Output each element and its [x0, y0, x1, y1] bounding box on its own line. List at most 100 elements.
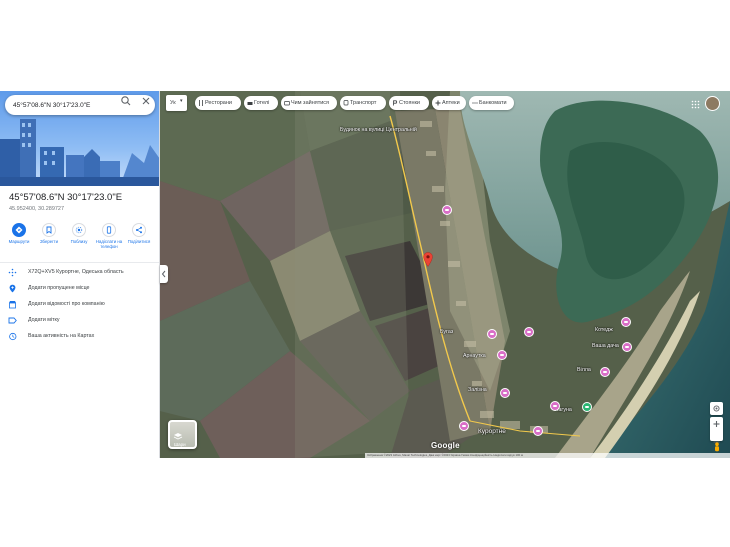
share-button[interactable]: Поділитися [124, 223, 154, 255]
chip-things-to-do-label: Чим зайнятися [291, 100, 330, 106]
directions-label: Маршрути [8, 239, 30, 244]
zoom-controls [710, 417, 723, 443]
map-poi-marker[interactable] [442, 205, 452, 215]
nearby-icon [72, 223, 86, 237]
hotel-icon [247, 102, 253, 105]
my-location-button[interactable] [710, 402, 723, 415]
place-label-dacha[interactable]: Будинок на вулиці Центральній [340, 127, 417, 133]
search-box [5, 95, 155, 115]
map-poi-marker[interactable] [621, 317, 631, 327]
place-decimal-coordinates: 45.952400, 30.289727 [9, 206, 65, 212]
place-panel: 45°57'08.6"N 30°17'23.0"E 45.952400, 30.… [0, 91, 160, 458]
chip-parking-label: Стоянки [399, 100, 420, 106]
chip-parking[interactable]: Стоянки [389, 96, 429, 110]
layers-label: Шари [174, 442, 186, 447]
add-place-icon [9, 284, 16, 293]
add-place-row[interactable]: Додати пропущене місце [0, 282, 159, 296]
add-business-text: Додати відомості про компанію [28, 301, 105, 307]
search-input[interactable] [13, 99, 113, 111]
chip-pharmacies[interactable]: Аптеки [432, 96, 466, 110]
share-label: Поділитися [127, 239, 151, 244]
activity-text: Ваша активність на Картах [28, 333, 95, 339]
nearby-label: Поблизу [70, 239, 88, 244]
restaurant-icon [199, 100, 203, 106]
language-selector[interactable]: Ук ▾ [166, 95, 187, 111]
map-poi-marker[interactable] [500, 388, 510, 398]
place-label-arnautka[interactable]: Арнаутка [463, 353, 486, 359]
collapse-panel-button[interactable] [160, 265, 168, 283]
map-poi-marker[interactable] [600, 367, 610, 377]
chip-restaurants[interactable]: Ресторани [195, 96, 241, 110]
layers-button[interactable]: Шари [168, 420, 197, 449]
label-icon [8, 317, 17, 324]
place-hero-image [0, 91, 159, 186]
chevron-left-icon [161, 270, 166, 278]
parking-icon [393, 100, 398, 106]
transit-icon [343, 100, 349, 106]
add-label-text: Додати мітку [28, 317, 60, 323]
avatar[interactable] [705, 96, 720, 111]
place-label-bugaz[interactable]: Бугаз [440, 329, 453, 335]
history-icon [9, 332, 17, 341]
maps-app: 45°57'08.6"N 30°17'23.0"E 45.952400, 30.… [0, 91, 730, 458]
layers-icon [173, 433, 183, 440]
plus-code-row[interactable]: X72Q+XV5 Курортне, Одеська область [0, 266, 159, 280]
directions-icon [12, 223, 26, 237]
plus-code-icon [8, 268, 17, 277]
things-to-do-icon [284, 101, 290, 106]
panel-divider [0, 262, 159, 263]
nearby-button[interactable]: Поблизу [64, 223, 94, 255]
map-poi-marker[interactable] [524, 327, 534, 337]
map-poi-marker[interactable] [533, 426, 543, 436]
place-title: 45°57'08.6"N 30°17'23.0"E [9, 192, 123, 203]
zoom-in-icon[interactable] [710, 418, 723, 430]
atm-icon [472, 102, 478, 104]
map-attribution: Зображення ©2023 Airbus, Maxar Technolog… [365, 453, 730, 458]
map-poi-marker[interactable] [582, 402, 592, 412]
add-place-text: Додати пропущене місце [28, 285, 90, 291]
map-poi-marker[interactable] [550, 401, 560, 411]
chip-hotels[interactable]: Готелі [244, 96, 278, 110]
search-icon[interactable] [120, 95, 132, 107]
map-poi-marker[interactable] [487, 329, 497, 339]
add-business-icon [9, 301, 16, 309]
chip-transit-label: Транспорт [350, 100, 377, 106]
chip-pharmacies-label: Аптеки [442, 100, 460, 106]
save-label: Зберегти [39, 239, 59, 244]
my-location-icon [713, 405, 720, 412]
place-label-kotedzh[interactable]: Котедж [595, 327, 613, 333]
chip-restaurants-label: Ресторани [205, 100, 232, 106]
chip-atms[interactable]: Банкомати [469, 96, 514, 110]
google-logo: Google [431, 441, 460, 450]
directions-button[interactable]: Маршрути [4, 223, 34, 255]
bookmark-icon [42, 223, 56, 237]
pharmacy-icon [435, 100, 441, 106]
satellite-map[interactable]: Будинок на вулиці Центральній Бугаз Арна… [160, 91, 730, 458]
activity-row[interactable]: Ваша активність на Картах [0, 330, 159, 344]
language-selector-label: Ук [170, 100, 176, 106]
send-to-phone-button[interactable]: Надіслати на телефон [94, 223, 124, 255]
send-to-phone-label: Надіслати на телефон [95, 239, 123, 249]
action-buttons: Маршрути Зберегти Поблизу Надіслати на т… [4, 223, 156, 257]
chip-transit[interactable]: Транспорт [340, 96, 386, 110]
place-label-zalizna[interactable]: Залізна [468, 387, 487, 393]
apps-grid-icon[interactable] [691, 100, 700, 109]
chip-things-to-do[interactable]: Чим зайнятися [281, 96, 337, 110]
place-label-kurortne[interactable]: Курортне [478, 428, 506, 435]
plus-code-text: X72Q+XV5 Курортне, Одеська область [28, 269, 124, 275]
dropped-pin-icon[interactable] [423, 252, 433, 267]
chevron-down-icon: ▾ [180, 98, 183, 104]
close-icon[interactable] [140, 95, 152, 107]
map-poi-marker[interactable] [459, 421, 469, 431]
chip-hotels-label: Готелі [254, 100, 270, 106]
add-label-row[interactable]: Додати мітку [0, 314, 159, 328]
chip-atms-label: Банкомати [479, 100, 507, 106]
save-button[interactable]: Зберегти [34, 223, 64, 255]
share-icon [132, 223, 146, 237]
map-poi-marker[interactable] [622, 342, 632, 352]
add-business-row[interactable]: Додати відомості про компанію [0, 298, 159, 312]
place-label-vasha-dacha[interactable]: Ваша дача [592, 343, 619, 349]
map-poi-marker[interactable] [497, 350, 507, 360]
place-label-villa[interactable]: Вілла [577, 367, 591, 373]
satellite-imagery [160, 91, 730, 458]
